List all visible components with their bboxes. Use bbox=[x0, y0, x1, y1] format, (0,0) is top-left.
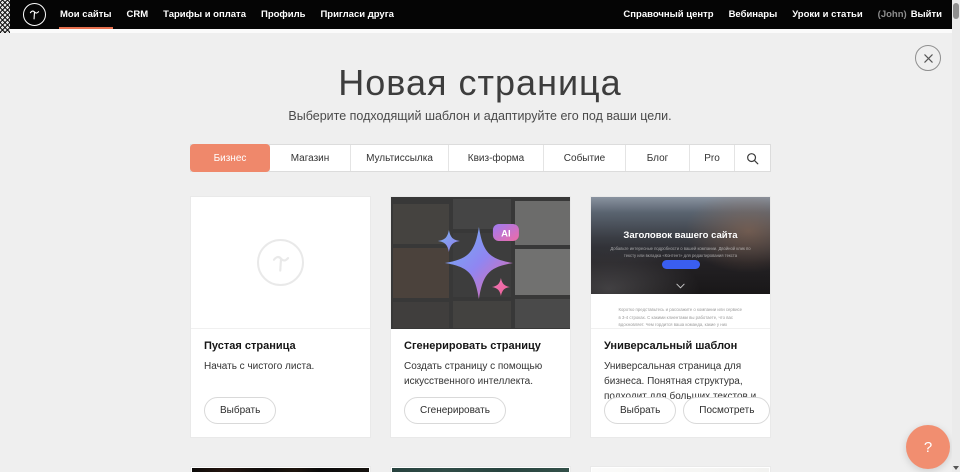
select-button[interactable]: Выбрать bbox=[604, 397, 676, 424]
navbar-right-menu: Справочный центр Вебинары Уроки и статьи… bbox=[623, 9, 942, 20]
nav-tariffs[interactable]: Тарифы и оплата bbox=[163, 9, 246, 20]
tab-business[interactable]: Бизнес bbox=[191, 145, 269, 171]
ai-badge-label: AI bbox=[501, 229, 511, 240]
tab-event[interactable]: Событие bbox=[543, 145, 625, 171]
user-name: (John) bbox=[878, 9, 907, 20]
template-card-partial[interactable] bbox=[190, 466, 371, 472]
card-buttons: Выбрать bbox=[204, 397, 276, 424]
card-title: Пустая страница bbox=[204, 340, 357, 352]
card-blank-page: Пустая страница Начать с чистого листа. … bbox=[190, 196, 371, 438]
preview-subtext: Добавьте интересные подробности о вашей … bbox=[605, 245, 757, 259]
tab-shop[interactable]: Магазин bbox=[269, 145, 350, 171]
search-icon[interactable] bbox=[734, 145, 770, 171]
nav-crm[interactable]: CRM bbox=[127, 9, 149, 20]
tab-pro[interactable]: Pro bbox=[689, 145, 734, 171]
navbar-bottom-strip bbox=[10, 29, 952, 33]
template-cards-row: Пустая страница Начать с чистого листа. … bbox=[190, 196, 771, 438]
card-description: Начать с чистого листа. bbox=[204, 359, 357, 374]
nav-lessons[interactable]: Уроки и статьи bbox=[792, 9, 862, 20]
scrollbar[interactable] bbox=[952, 0, 960, 472]
top-navbar: Мои сайты CRM Тарифы и оплата Профиль Пр… bbox=[10, 0, 952, 29]
tilda-ghost-logo-icon bbox=[257, 239, 304, 286]
page-title: Новая страница bbox=[0, 62, 960, 104]
template-card-partial[interactable] bbox=[590, 466, 771, 472]
template-hero-photo: Заголовок вашего сайта Добавьте интересн… bbox=[591, 197, 770, 294]
user-group: (John) Выйти bbox=[878, 9, 942, 20]
scrollbar-thumb[interactable] bbox=[953, 3, 959, 19]
template-card-partial[interactable] bbox=[390, 466, 571, 472]
page-subtitle: Выберите подходящий шаблон и адаптируйте… bbox=[0, 109, 960, 123]
nav-invite-friend[interactable]: Пригласи друга bbox=[320, 9, 394, 20]
card-generate-page: AI Сгенерировать страницу Создать страни… bbox=[390, 196, 571, 438]
ai-sparkle-icon: AI bbox=[426, 219, 530, 307]
nav-webinars[interactable]: Вебинары bbox=[729, 9, 778, 20]
logout-link[interactable]: Выйти bbox=[911, 9, 942, 20]
blank-page-preview bbox=[191, 197, 370, 329]
preview-heading: Заголовок вашего сайта bbox=[591, 230, 770, 241]
card-info: Пустая страница Начать с чистого листа. bbox=[191, 329, 370, 385]
card-title: Универсальный шаблон bbox=[604, 340, 757, 352]
next-templates-row bbox=[190, 466, 771, 472]
card-buttons: Выбрать Посмотреть bbox=[604, 397, 770, 424]
scrollbar-arrow-icon bbox=[953, 466, 959, 470]
tab-blog[interactable]: Блог bbox=[625, 145, 689, 171]
view-button[interactable]: Посмотреть bbox=[683, 397, 770, 424]
template-preview: Заголовок вашего сайта Добавьте интересн… bbox=[591, 197, 770, 329]
ai-generate-preview: AI bbox=[391, 197, 570, 329]
card-info: Сгенерировать страницу Создать страницу … bbox=[391, 329, 570, 400]
card-description: Создать страницу с помощью искусственног… bbox=[404, 359, 557, 389]
partial-preview-image bbox=[592, 468, 769, 472]
help-button[interactable]: ? bbox=[906, 425, 950, 469]
generate-button[interactable]: Сгенерировать bbox=[404, 397, 506, 424]
nav-help-center[interactable]: Справочный центр bbox=[623, 9, 713, 20]
nav-profile[interactable]: Профиль bbox=[261, 9, 305, 20]
tab-multilink[interactable]: Мультиссылка bbox=[350, 145, 448, 171]
card-universal-template: Заголовок вашего сайта Добавьте интересн… bbox=[590, 196, 771, 438]
nav-my-sites[interactable]: Мои сайты bbox=[60, 9, 112, 20]
preview-body-text: Коротко представьтесь и расскажите о ком… bbox=[619, 294, 743, 329]
partial-preview-image bbox=[392, 468, 569, 472]
preview-cta-button bbox=[662, 260, 700, 269]
tilda-logo-icon[interactable] bbox=[23, 3, 46, 26]
card-buttons: Сгенерировать bbox=[404, 397, 506, 424]
page-background-pattern bbox=[0, 0, 10, 33]
select-button[interactable]: Выбрать bbox=[204, 397, 276, 424]
partial-preview-image bbox=[192, 468, 369, 472]
navbar-left-menu: Мои сайты CRM Тарифы и оплата Профиль Пр… bbox=[60, 9, 394, 20]
card-title: Сгенерировать страницу bbox=[404, 340, 557, 352]
template-category-tabs: Бизнес Магазин Мультиссылка Квиз-форма С… bbox=[190, 144, 771, 172]
tab-quiz-form[interactable]: Квиз-форма bbox=[448, 145, 543, 171]
chevron-down-icon bbox=[591, 283, 770, 291]
